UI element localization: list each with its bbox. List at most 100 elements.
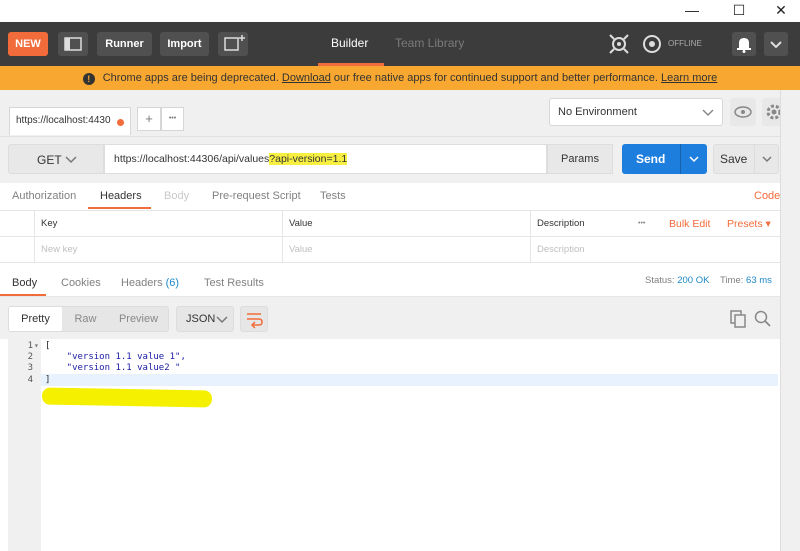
- fold-toggle[interactable]: ▾: [34, 341, 39, 350]
- bell-icon: [737, 38, 751, 53]
- request-url-bar: GET https://localhost:44306/api/values?a…: [0, 137, 780, 183]
- method-select[interactable]: GET: [8, 144, 104, 174]
- send-options-button[interactable]: [680, 144, 707, 174]
- url-query: ?api-version=1.1: [269, 153, 348, 165]
- chevron-down-icon: [216, 316, 228, 324]
- settings-menu-button[interactable]: [764, 32, 788, 56]
- sidebar-toggle-button[interactable]: [58, 32, 88, 56]
- environment-select[interactable]: No Environment: [549, 98, 723, 126]
- params-button[interactable]: Params: [547, 144, 613, 174]
- maximize-button[interactable]: ☐: [724, 2, 754, 20]
- active-response-tab-indicator: [0, 294, 46, 296]
- search-icon[interactable]: [753, 309, 773, 329]
- new-description-input[interactable]: Description: [530, 237, 780, 262]
- response-tab-test-results[interactable]: Test Results: [204, 277, 264, 289]
- copy-icon[interactable]: [728, 309, 748, 329]
- code-line: [: [45, 341, 51, 351]
- column-value: Value: [282, 211, 530, 236]
- line-number: 2: [27, 352, 33, 362]
- new-window-icon: [224, 35, 245, 51]
- banner-text-2: our free native apps for continued suppo…: [330, 72, 662, 84]
- tab-tests[interactable]: Tests: [320, 190, 346, 202]
- tab-team-library[interactable]: Team Library: [395, 36, 464, 50]
- view-raw-button[interactable]: Raw: [62, 307, 109, 331]
- response-tabs: Body Cookies Headers (6) Test Results St…: [0, 270, 780, 297]
- time-value: 63 ms: [746, 275, 772, 286]
- chevron-down-icon: [702, 109, 714, 117]
- checkbox-column: [0, 211, 34, 236]
- tab-authorization[interactable]: Authorization: [12, 190, 76, 202]
- close-button[interactable]: ✕: [766, 2, 796, 20]
- interceptor-icon[interactable]: [608, 34, 630, 54]
- response-toolbar: Pretty Raw Preview JSON: [0, 297, 780, 339]
- response-tab-headers[interactable]: Headers (6): [121, 277, 179, 289]
- method-value: GET: [37, 153, 62, 167]
- status-label: Status:: [645, 275, 675, 286]
- url-base: https://localhost:44306/api/values: [114, 153, 270, 165]
- download-link[interactable]: Download: [282, 72, 331, 84]
- banner-text: Chrome apps are being deprecated.: [102, 72, 282, 84]
- chevron-down-icon: [65, 156, 77, 164]
- response-body-editor[interactable]: 1 ▾ [ 2 "version 1.1 value 1", 3 "versio…: [0, 339, 780, 551]
- view-pretty-button[interactable]: Pretty: [9, 307, 62, 331]
- column-key: Key: [34, 211, 282, 236]
- sync-status: OFFLINE: [668, 39, 702, 48]
- sidebar-icon: [64, 37, 82, 51]
- learn-more-link[interactable]: Learn more: [661, 72, 717, 84]
- window-titlebar: — ☐ ✕: [0, 0, 800, 22]
- active-line: [41, 374, 778, 386]
- request-tab-label: https://localhost:4430: [16, 115, 111, 126]
- tab-pre-request-script[interactable]: Pre-request Script: [212, 190, 301, 202]
- new-window-button[interactable]: [218, 32, 248, 56]
- new-key-input[interactable]: New key: [34, 237, 282, 262]
- environment-quick-look-button[interactable]: [730, 98, 756, 126]
- code-link[interactable]: Code: [754, 190, 780, 202]
- bulk-edit-button[interactable]: Bulk Edit: [669, 218, 710, 230]
- view-mode-toggle: Pretty Raw Preview: [8, 306, 169, 332]
- chevron-down-icon: [689, 156, 699, 163]
- request-tab-strip: https://localhost:4430 + ••• No Environm…: [0, 90, 800, 137]
- add-tab-button[interactable]: +: [137, 107, 161, 131]
- unsaved-indicator: [117, 119, 124, 126]
- tab-builder[interactable]: Builder: [331, 36, 368, 50]
- table-row: New key Value Description: [0, 237, 780, 263]
- request-tab[interactable]: https://localhost:4430: [9, 107, 131, 135]
- notifications-button[interactable]: [732, 32, 756, 56]
- runner-button[interactable]: Runner: [97, 32, 152, 56]
- code-line: ]: [45, 375, 51, 385]
- save-options-button[interactable]: [754, 145, 778, 173]
- import-button[interactable]: Import: [160, 32, 209, 56]
- tab-body[interactable]: Body: [164, 190, 189, 202]
- headers-table: Key Value Description ••• Bulk Edit Pres…: [0, 210, 780, 263]
- tab-options-button[interactable]: •••: [161, 107, 184, 131]
- response-headers-label: Headers: [121, 277, 163, 289]
- chevron-down-icon: [770, 41, 782, 49]
- view-preview-button[interactable]: Preview: [109, 307, 168, 331]
- url-input[interactable]: https://localhost:44306/api/values?api-v…: [104, 144, 547, 174]
- save-button[interactable]: Save: [713, 144, 779, 174]
- wrap-icon: [247, 313, 263, 329]
- row-checkbox-cell: [0, 237, 34, 262]
- send-label: Send: [636, 152, 666, 166]
- column-options-button[interactable]: •••: [638, 220, 645, 227]
- response-tab-body[interactable]: Body: [12, 277, 37, 289]
- new-value-input[interactable]: Value: [282, 237, 530, 262]
- deprecation-banner: ! Chrome apps are being deprecated. Downl…: [0, 66, 800, 90]
- line-number: 4: [27, 375, 33, 385]
- wrap-lines-button[interactable]: [240, 306, 268, 332]
- sync-icon[interactable]: [641, 33, 663, 55]
- tab-headers[interactable]: Headers: [100, 190, 142, 202]
- presets-button[interactable]: Presets ▾: [727, 218, 771, 230]
- status-value: 200 OK: [677, 275, 710, 286]
- send-button[interactable]: Send: [622, 144, 707, 174]
- table-header-row: Key Value Description ••• Bulk Edit Pres…: [0, 211, 780, 237]
- format-select[interactable]: JSON: [176, 306, 234, 332]
- time-label: Time:: [720, 275, 744, 286]
- response-tab-cookies[interactable]: Cookies: [61, 277, 101, 289]
- vertical-scrollbar[interactable]: [780, 90, 800, 551]
- app-header: NEW Runner Import Builder Team Library O…: [0, 22, 800, 66]
- new-button[interactable]: NEW: [8, 32, 48, 56]
- environment-selected: No Environment: [558, 106, 637, 118]
- active-subtab-indicator: [88, 207, 151, 209]
- minimize-button[interactable]: —: [677, 2, 707, 20]
